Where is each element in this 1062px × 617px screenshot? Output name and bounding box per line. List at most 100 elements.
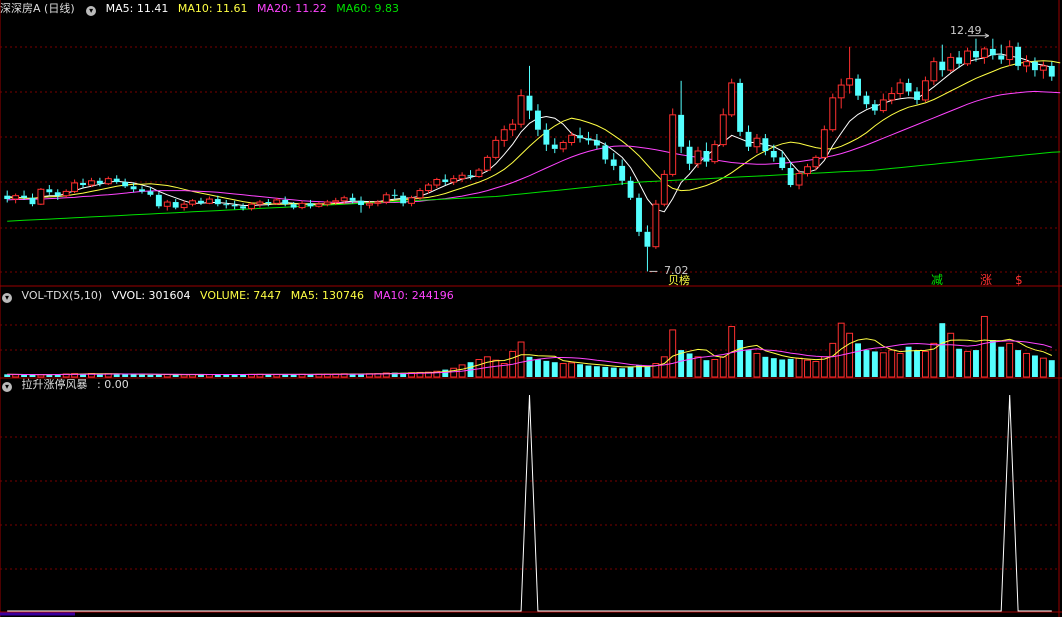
signal-zhang: 涨 — [980, 272, 992, 287]
candle-body — [62, 190, 70, 197]
candle — [636, 193, 642, 237]
candle-body — [1006, 46, 1014, 61]
candle — [298, 200, 306, 210]
candle — [644, 225, 651, 272]
candle-body — [349, 197, 356, 201]
candle-body — [205, 198, 213, 204]
candle — [358, 196, 364, 213]
vvol-readout: VVOL: 301604 — [111, 289, 191, 302]
candle-body — [652, 203, 660, 248]
candle-body — [812, 156, 820, 168]
candle — [627, 176, 634, 200]
ma60-readout: MA60: 9.83 — [336, 2, 399, 15]
vol-ma10-readout: MA10: 244196 — [373, 289, 454, 302]
candle — [737, 78, 744, 137]
volume-bar — [568, 362, 576, 378]
price-panel-header: 深深房A (日线) ▾ MA5: 11.41 MA10: 11.61 MA20:… — [0, 1, 405, 17]
candle-body — [155, 194, 162, 207]
candle-body — [323, 201, 331, 205]
volume-bar — [577, 364, 583, 377]
candle-body — [719, 114, 727, 146]
candle-body — [888, 93, 896, 101]
candle-body — [180, 203, 188, 209]
candle — [820, 125, 828, 160]
candle-body — [863, 95, 870, 105]
volume-bar — [492, 359, 500, 378]
candle — [433, 177, 441, 189]
candle — [543, 123, 550, 151]
candle — [282, 196, 289, 207]
candle — [442, 174, 449, 186]
indicator-panel-header: ▾ 拉升涨停风暴 : 0.00 — [0, 377, 135, 393]
candle — [265, 199, 272, 207]
volume-bar — [139, 374, 145, 377]
volume-bar — [517, 341, 525, 378]
volume-bar — [669, 329, 677, 378]
volume-bar — [753, 352, 761, 378]
candle-body — [956, 57, 963, 64]
panel-menu-icon[interactable]: ▾ — [2, 293, 12, 303]
volume-bar — [964, 350, 971, 378]
candle — [973, 38, 979, 62]
candle-body — [500, 129, 508, 141]
volume-bar — [610, 367, 617, 377]
ma10-line — [7, 60, 1061, 205]
candle — [198, 197, 204, 206]
volume-bar — [442, 369, 449, 377]
candle-body — [139, 189, 145, 192]
volume-bar — [450, 367, 458, 378]
candle-body — [54, 192, 61, 196]
volume-bar — [1006, 342, 1014, 378]
volume-bar — [820, 356, 828, 378]
candle-body — [820, 129, 828, 158]
candle — [500, 125, 508, 147]
candle-body — [694, 150, 702, 165]
candle — [163, 199, 171, 211]
candle — [568, 131, 576, 146]
candle — [896, 78, 904, 98]
candle — [104, 176, 112, 186]
candle-body — [442, 179, 449, 183]
candle-body — [416, 190, 424, 199]
candle — [534, 104, 541, 137]
panel-menu-icon[interactable]: ▾ — [2, 382, 12, 392]
candle-body — [307, 203, 314, 207]
candle-body — [964, 50, 971, 65]
candle — [139, 186, 145, 194]
candle — [728, 78, 736, 117]
candle-body — [483, 156, 491, 171]
volume-bar — [1031, 355, 1038, 377]
candle — [475, 168, 483, 178]
candle — [559, 140, 567, 153]
candle — [231, 200, 238, 210]
candle-body — [214, 199, 221, 205]
candle — [458, 172, 466, 183]
candle — [846, 46, 854, 94]
candle-body — [458, 174, 466, 180]
candle-body — [273, 199, 281, 204]
candle-body — [753, 137, 761, 148]
candle — [829, 93, 837, 132]
candle — [80, 178, 86, 189]
volume-bar — [896, 352, 904, 378]
stock-title: 深深房A (日线) — [0, 2, 75, 15]
candle — [686, 140, 693, 171]
candle-body — [391, 194, 398, 196]
candle-body — [795, 173, 803, 186]
candle — [719, 108, 727, 147]
candle — [879, 93, 887, 113]
panel-menu-icon[interactable]: ▾ — [86, 6, 97, 16]
candle — [256, 199, 264, 208]
candle-body — [989, 48, 996, 56]
candle-body — [172, 202, 179, 208]
candle-body — [96, 180, 103, 184]
volume-bar — [930, 342, 938, 378]
candle — [753, 133, 761, 154]
candle — [711, 140, 719, 164]
candle — [46, 185, 53, 195]
volume-bar — [559, 363, 567, 378]
ma5-readout: MA5: 11.41 — [105, 2, 169, 15]
candle — [113, 175, 120, 184]
volume-bar — [787, 358, 794, 377]
candle — [189, 199, 196, 207]
